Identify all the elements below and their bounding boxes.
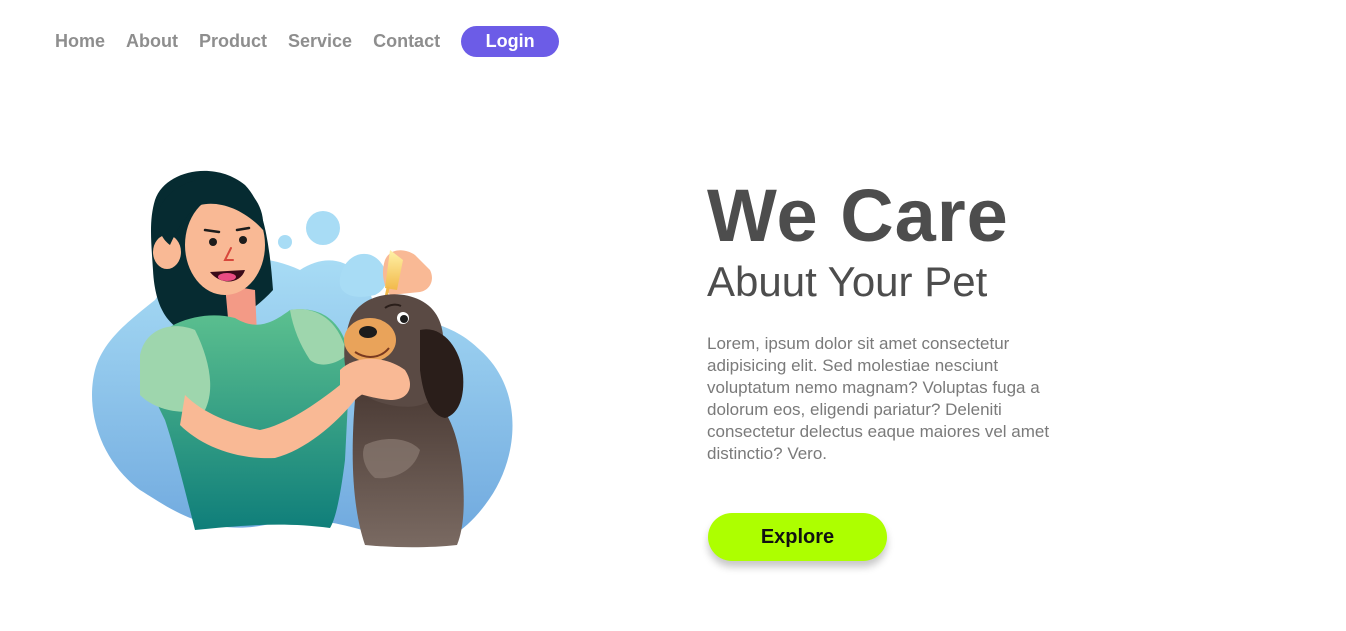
woman-with-dog-illustration <box>85 160 530 555</box>
login-button[interactable]: Login <box>461 26 560 57</box>
explore-button[interactable]: Explore <box>708 513 887 561</box>
hero-heading: We Care Abuut Your Pet <box>707 176 1067 306</box>
hero-subtitle: Abuut Your Pet <box>707 258 988 305</box>
nav-link-product[interactable]: Product <box>199 26 267 57</box>
nav-link-home[interactable]: Home <box>55 26 105 57</box>
hero-description: Lorem, ipsum dolor sit amet consectetur … <box>707 334 1050 463</box>
top-navigation: Home About Product Service Contact Login <box>55 26 560 57</box>
landing-page: Home About Product Service Contact Login <box>0 0 1346 631</box>
nav-link-service[interactable]: Service <box>288 26 352 57</box>
nav-link-contact[interactable]: Contact <box>373 26 440 57</box>
nav-link-about[interactable]: About <box>126 26 178 57</box>
hero-title: We Care <box>707 174 1009 257</box>
